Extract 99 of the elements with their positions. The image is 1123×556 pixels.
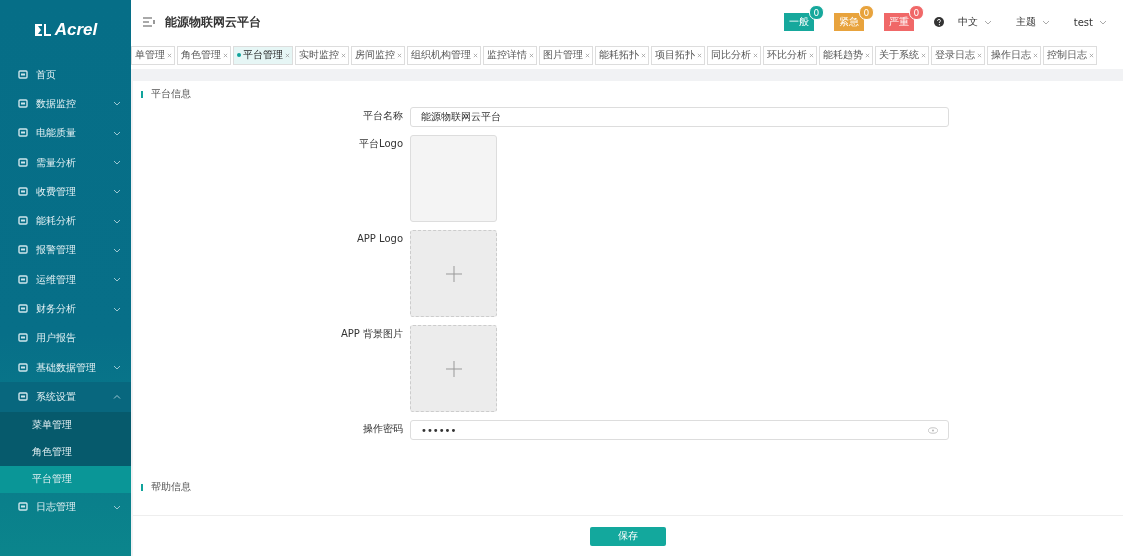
tab[interactable]: 控制日志 <box>1043 45 1097 65</box>
sidebar-item[interactable]: 基础数据管理 <box>0 352 131 383</box>
tab[interactable]: 角色管理 <box>177 45 231 65</box>
menu-icon <box>18 69 28 80</box>
close-icon[interactable] <box>167 52 172 58</box>
sidebar-item[interactable]: 报警管理 <box>0 235 131 266</box>
section-title: 平台信息 <box>151 87 191 101</box>
close-icon[interactable] <box>585 52 590 58</box>
menu-icon <box>18 186 28 197</box>
plus-icon <box>445 360 462 377</box>
sidebar-item[interactable]: 日志管理 <box>0 492 131 522</box>
tab[interactable]: 组织机构管理 <box>407 45 481 65</box>
close-icon[interactable] <box>341 52 346 58</box>
sidebar-item[interactable]: 收费管理 <box>0 177 131 207</box>
tab[interactable]: 房间监控 <box>351 45 405 65</box>
close-icon[interactable] <box>285 52 290 58</box>
chevron-icon <box>113 306 121 312</box>
chevron-icon <box>113 218 121 224</box>
tab[interactable]: 监控详情 <box>483 45 537 65</box>
logo-image-placeholder[interactable] <box>410 135 497 222</box>
chevron-icon <box>113 130 121 136</box>
help-icon[interactable] <box>933 17 944 27</box>
logo-icon <box>33 23 52 37</box>
chevron-icon <box>113 504 121 510</box>
plus-icon <box>445 265 462 282</box>
form-label: 平台Logo <box>358 137 403 151</box>
menu-icon <box>18 274 28 285</box>
chevron-icon <box>983 19 992 25</box>
page-title: 能源物联网云平台 <box>165 13 261 31</box>
close-icon[interactable] <box>641 52 646 58</box>
input-field[interactable]: 能源物联网云平台 <box>410 107 949 127</box>
tab[interactable]: 项目拓扑 <box>651 45 705 65</box>
menu-icon <box>18 216 28 227</box>
close-icon[interactable] <box>1089 52 1094 58</box>
chevron-icon <box>113 189 121 195</box>
tab[interactable]: 操作日志 <box>987 45 1041 65</box>
sidebar-item[interactable]: 数据监控 <box>0 89 131 119</box>
form-label: 操作密码 <box>362 422 403 436</box>
language-dropdown[interactable]: 中文 <box>957 15 978 29</box>
upload-box[interactable] <box>410 230 497 317</box>
chevron-icon <box>113 160 121 166</box>
chevron-icon <box>113 277 121 283</box>
close-icon[interactable] <box>1033 52 1038 58</box>
form-label: APP Logo <box>355 232 403 246</box>
form-label: APP 背景图片 <box>339 327 403 341</box>
tab[interactable]: 能耗拓扑 <box>595 45 649 65</box>
sidebar-item[interactable]: 用户报告 <box>0 323 131 353</box>
menu-icon[interactable] <box>143 17 155 27</box>
chevron-icon <box>113 365 121 371</box>
close-icon[interactable] <box>697 52 702 58</box>
menu-icon <box>18 245 28 256</box>
eye-icon[interactable] <box>928 426 938 434</box>
chevron-icon <box>1099 19 1107 25</box>
tab[interactable]: 能耗趋势 <box>819 45 873 65</box>
brand-logo: Acrel <box>54 20 98 40</box>
tab[interactable]: 单管理 <box>131 45 175 65</box>
tab[interactable]: 平台管理 <box>233 45 293 65</box>
submenu-item[interactable]: 角色管理 <box>0 438 131 466</box>
tab[interactable]: 关于系统 <box>875 45 929 65</box>
close-icon[interactable] <box>223 52 228 58</box>
menu-icon <box>18 391 28 402</box>
close-icon[interactable] <box>809 52 814 58</box>
form-label: 平台名称 <box>362 109 403 123</box>
tab[interactable]: 环比分析 <box>763 45 817 65</box>
sidebar-item[interactable]: 需量分析 <box>0 147 131 178</box>
close-icon[interactable] <box>397 52 402 58</box>
sidebar-item[interactable]: 电能质量 <box>0 118 131 148</box>
chevron-icon <box>113 394 121 400</box>
sidebar-item[interactable]: 系统设置 <box>0 382 131 412</box>
sidebar-item[interactable]: 首页 <box>0 60 131 90</box>
menu-icon <box>18 362 28 373</box>
close-icon[interactable] <box>977 52 982 58</box>
menu-icon <box>18 304 28 314</box>
password-field[interactable]: •••••• <box>410 420 949 440</box>
section-title: 帮助信息 <box>151 480 191 494</box>
submenu-item[interactable]: 菜单管理 <box>0 411 131 439</box>
menu-icon <box>18 157 28 168</box>
close-icon[interactable] <box>753 52 758 58</box>
menu-icon <box>18 502 28 513</box>
menu-icon <box>18 98 28 109</box>
tab[interactable]: 同比分析 <box>707 45 761 65</box>
theme-dropdown[interactable]: 主题 <box>1015 15 1036 29</box>
sidebar-item[interactable]: 运维管理 <box>0 265 131 295</box>
close-icon[interactable] <box>921 52 926 58</box>
sidebar-item[interactable]: 能耗分析 <box>0 206 131 236</box>
close-icon[interactable] <box>473 52 478 58</box>
close-icon[interactable] <box>529 52 534 58</box>
tab[interactable]: 登录日志 <box>931 45 985 65</box>
sidebar-item[interactable]: 财务分析 <box>0 294 131 324</box>
tab[interactable]: 图片管理 <box>539 45 593 65</box>
chevron-icon <box>1041 19 1050 25</box>
chevron-icon <box>113 101 121 107</box>
user-dropdown[interactable]: test <box>1073 16 1093 28</box>
menu-icon <box>18 333 28 344</box>
chevron-icon <box>113 247 121 253</box>
upload-box[interactable] <box>410 325 497 412</box>
close-icon[interactable] <box>865 52 870 58</box>
menu-icon <box>18 128 28 139</box>
tab[interactable]: 实时监控 <box>295 45 349 65</box>
